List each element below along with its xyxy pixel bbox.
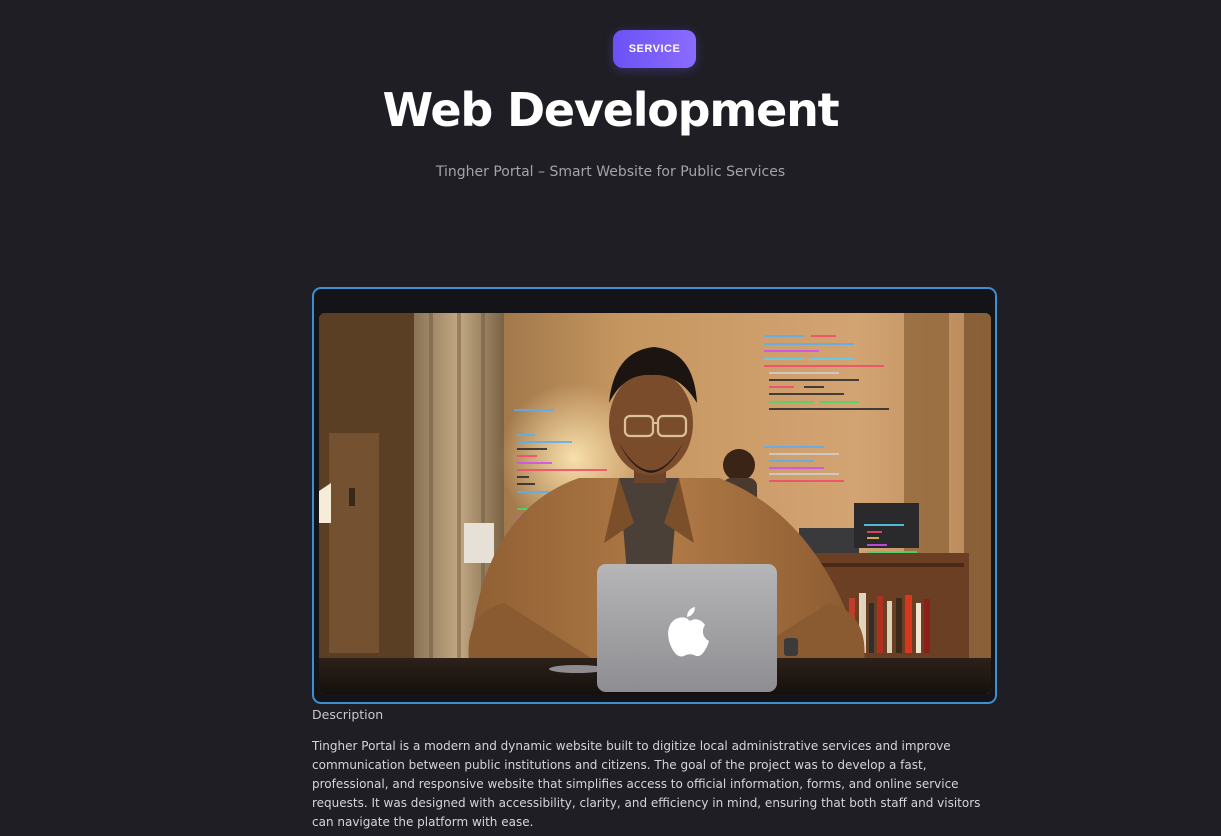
description-heading: Description xyxy=(312,707,384,722)
page-title: Web Development xyxy=(382,83,840,137)
service-badge: SERVICE xyxy=(613,30,696,68)
project-image-frame xyxy=(312,287,997,704)
description-text: Tingher Portal is a modern and dynamic w… xyxy=(312,739,981,829)
page-subtitle: Tingher Portal – Smart Website for Publi… xyxy=(435,164,786,180)
project-photo xyxy=(319,313,991,694)
